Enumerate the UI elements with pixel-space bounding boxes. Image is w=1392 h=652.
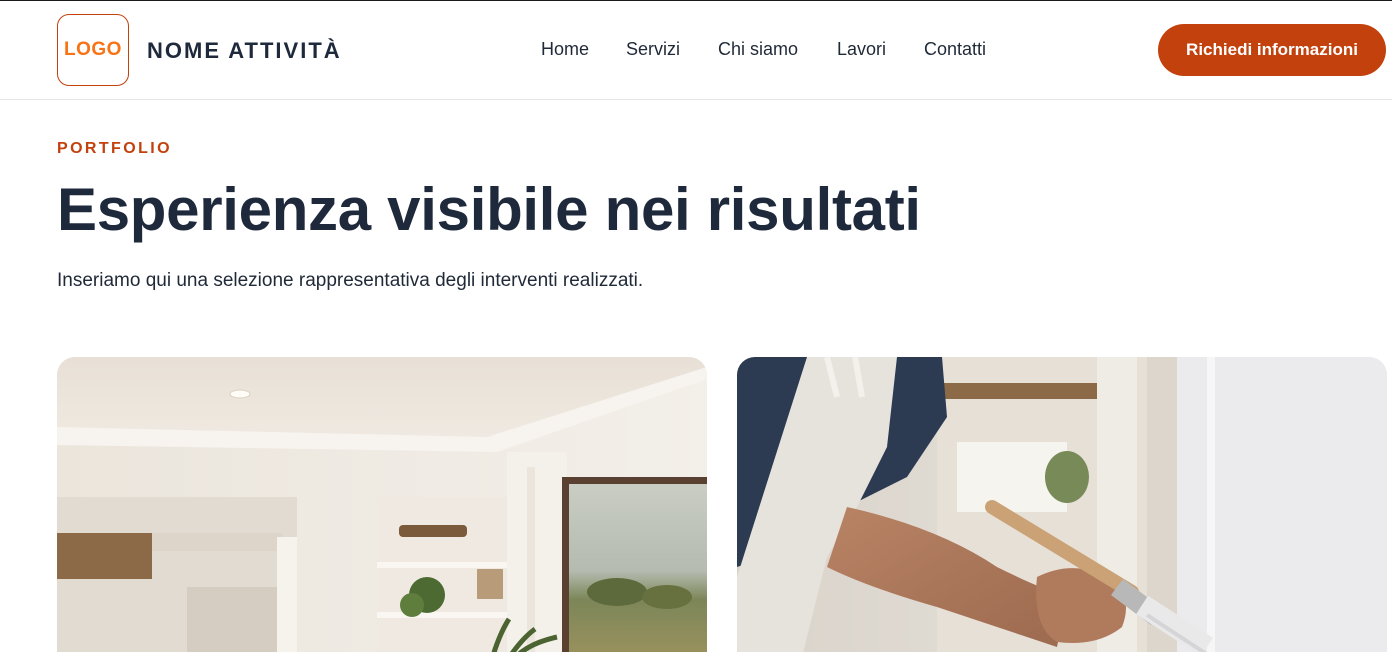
section-lead: Inseriamo qui una selezione rappresentat… bbox=[57, 270, 644, 291]
brand-name[interactable]: NOME ATTIVITÀ bbox=[147, 38, 342, 64]
painter-with-brush-photo bbox=[737, 357, 1387, 652]
section-eyebrow: PORTFOLIO bbox=[57, 140, 172, 157]
portfolio-card-interior[interactable] bbox=[57, 357, 707, 652]
portfolio-card-painting[interactable] bbox=[737, 357, 1387, 652]
request-info-button[interactable]: Richiedi informazioni bbox=[1158, 24, 1386, 76]
logo-text: LOGO bbox=[64, 39, 122, 60]
interior-living-room-photo bbox=[57, 357, 707, 652]
nav-servizi[interactable]: Servizi bbox=[626, 39, 680, 60]
nav-contatti[interactable]: Contatti bbox=[924, 39, 986, 60]
nav-chi-siamo[interactable]: Chi siamo bbox=[718, 39, 798, 60]
nav-home[interactable]: Home bbox=[541, 39, 589, 60]
nav-lavori[interactable]: Lavori bbox=[837, 39, 886, 60]
section-title: Esperienza visibile nei risultati bbox=[57, 176, 921, 243]
logo[interactable]: LOGO bbox=[57, 14, 129, 86]
site-header: LOGO NOME ATTIVITÀ Home Servizi Chi siam… bbox=[0, 1, 1392, 100]
